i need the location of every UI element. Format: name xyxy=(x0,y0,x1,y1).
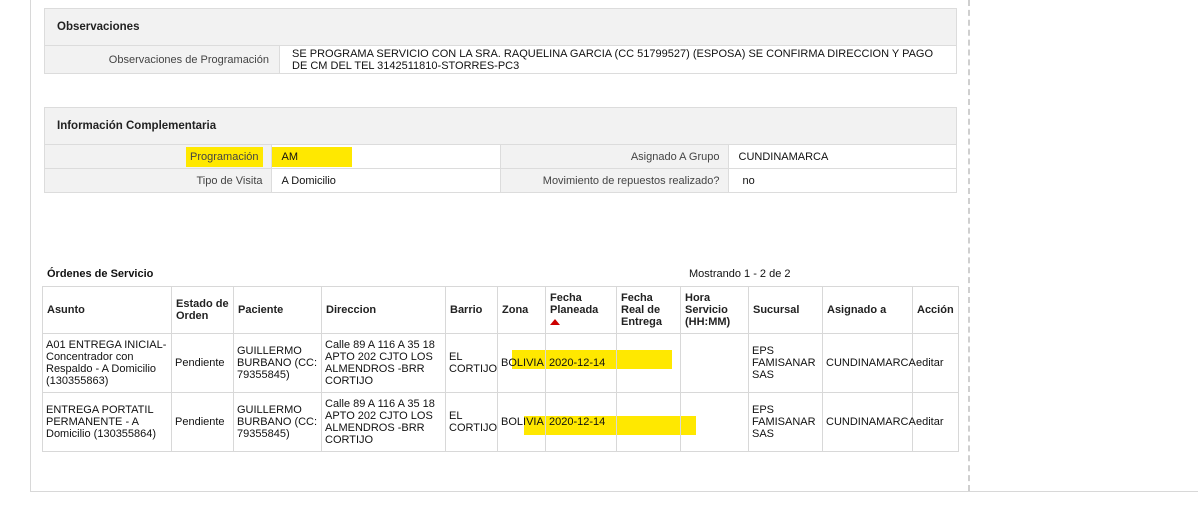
col-paciente[interactable]: Paciente xyxy=(233,286,322,334)
cell-asunto: A01 ENTREGA INICIAL-Concentrador con Res… xyxy=(42,333,172,393)
fecha-planeada-value: 2020-12-14 xyxy=(549,357,606,369)
cell-barrio: EL CORTIJO xyxy=(445,333,498,393)
cell-zona: BOLIVIA xyxy=(497,392,546,452)
observaciones-value: SE PROGRAMA SERVICIO CON LA SRA. RAQUELI… xyxy=(292,48,934,72)
col-direccion[interactable]: Direccion xyxy=(321,286,446,334)
orders-header-row: Asunto Estado de Orden Paciente Direccio… xyxy=(42,286,959,334)
cell-direccion: Calle 89 A 116 A 35 18 APTO 202 CJTO LOS… xyxy=(321,392,446,452)
repuestos-value: no xyxy=(727,168,956,192)
cell-asignado: CUNDINAMARCA xyxy=(822,333,916,393)
info-title: Información Complementaria xyxy=(45,108,956,145)
observaciones-panel: Observaciones Observaciones de Programac… xyxy=(44,8,957,74)
zona-value: BOLIVIA xyxy=(501,357,544,369)
programacion-label-cell: Programación xyxy=(45,145,272,169)
programacion-value: AM xyxy=(271,146,352,167)
orders-table: Asunto Estado de Orden Paciente Direccio… xyxy=(42,286,959,452)
cell-accion: editar xyxy=(912,333,959,393)
cell-fecha-real xyxy=(616,392,681,452)
edit-link[interactable]: editar xyxy=(916,416,944,428)
edit-link[interactable]: editar xyxy=(916,357,944,369)
col-asunto[interactable]: Asunto xyxy=(42,286,172,334)
observaciones-label: Observaciones de Programación xyxy=(45,46,280,73)
dashed-divider xyxy=(968,0,970,491)
observaciones-row: Observaciones de Programación SE PROGRAM… xyxy=(45,46,956,73)
table-row: A01 ENTREGA INICIAL-Concentrador con Res… xyxy=(42,333,959,393)
cell-sucursal: EPS FAMISANAR SAS xyxy=(748,333,823,393)
col-fecha-planeada[interactable]: Fecha Planeada xyxy=(545,286,617,334)
cell-paciente: GUILLERMO BURBANO (CC: 79355845) xyxy=(233,333,322,393)
cell-asignado: CUNDINAMARCA xyxy=(822,392,916,452)
cell-direccion: Calle 89 A 116 A 35 18 APTO 202 CJTO LOS… xyxy=(321,333,446,393)
info-table: Programación AM Asignado A Grupo CUNDINA… xyxy=(45,145,956,192)
col-hora[interactable]: Hora Servicio (HH:MM) xyxy=(680,286,749,334)
cell-hora xyxy=(680,333,749,393)
orders-title: Órdenes de Servicio xyxy=(47,268,154,280)
grupo-label: Asignado A Grupo xyxy=(499,145,729,169)
sort-up-arrow-icon xyxy=(550,319,560,326)
orders-count: Mostrando 1 - 2 de 2 xyxy=(689,268,791,280)
cell-hora xyxy=(680,392,749,452)
cell-fecha-real xyxy=(616,333,681,393)
cell-estado: Pendiente xyxy=(171,392,234,452)
cell-asunto: ENTREGA PORTATIL PERMANENTE - A Domicili… xyxy=(42,392,172,452)
cell-fecha-planeada: 2020-12-14 xyxy=(545,392,617,452)
col-barrio[interactable]: Barrio xyxy=(445,286,498,334)
observaciones-title: Observaciones xyxy=(45,9,956,46)
cell-paciente: GUILLERMO BURBANO (CC: 79355845) xyxy=(233,392,322,452)
col-fecha-planeada-label: Fecha Planeada xyxy=(550,292,599,316)
visita-label: Tipo de Visita xyxy=(45,168,272,192)
programacion-label: Programación xyxy=(186,146,263,167)
fecha-planeada-value: 2020-12-14 xyxy=(549,416,606,428)
repuestos-label: Movimiento de repuestos realizado? xyxy=(499,168,729,192)
col-zona[interactable]: Zona xyxy=(497,286,546,334)
content-bottom-border xyxy=(30,491,1198,492)
col-sucursal[interactable]: Sucursal xyxy=(748,286,823,334)
cell-fecha-planeada: 2020-12-14 xyxy=(545,333,617,393)
info-panel: Información Complementaria Programación … xyxy=(44,107,957,193)
col-accion: Acción xyxy=(912,286,959,334)
content-left-border xyxy=(30,0,31,491)
cell-accion: editar xyxy=(912,392,959,452)
table-row: ENTREGA PORTATIL PERMANENTE - A Domicili… xyxy=(42,392,959,452)
col-estado[interactable]: Estado de Orden xyxy=(171,286,234,334)
grupo-value: CUNDINAMARCA xyxy=(727,145,956,169)
visita-value: A Domicilio xyxy=(270,168,501,192)
cell-sucursal: EPS FAMISANAR SAS xyxy=(748,392,823,452)
programacion-value-cell: AM xyxy=(270,145,501,169)
col-fecha-real[interactable]: Fecha Real de Entrega xyxy=(616,286,681,334)
col-asignado[interactable]: Asignado a xyxy=(822,286,913,334)
cell-zona: BOLIVIA xyxy=(497,333,546,393)
cell-barrio: EL CORTIJO xyxy=(445,392,498,452)
zona-value: BOLIVIA xyxy=(501,416,544,428)
cell-estado: Pendiente xyxy=(171,333,234,393)
